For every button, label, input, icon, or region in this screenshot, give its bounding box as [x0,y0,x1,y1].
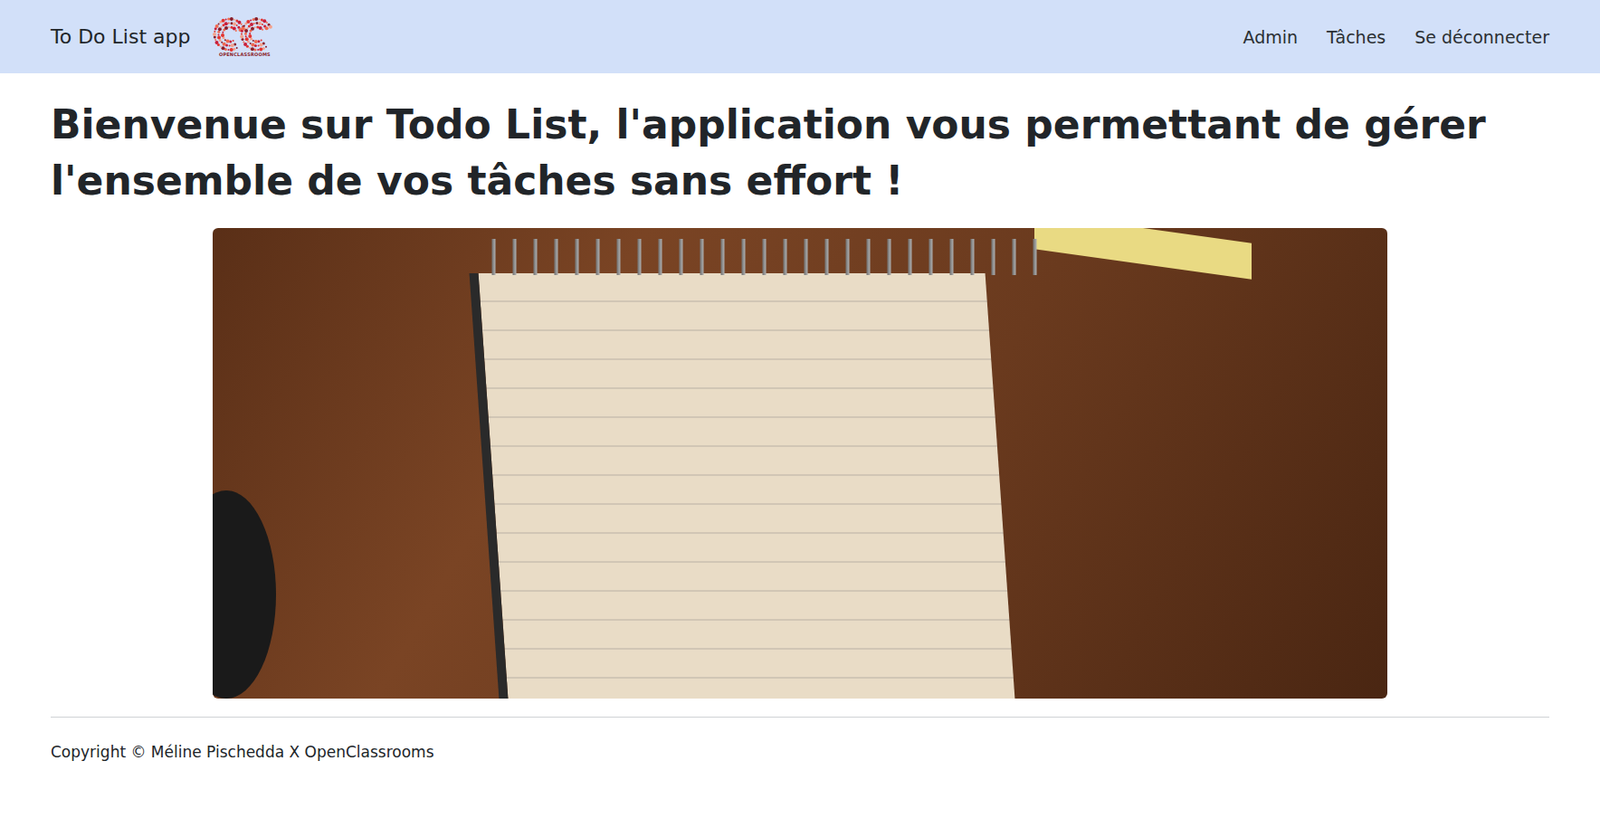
footer-divider [50,716,1550,718]
nav-link[interactable]: Tâches [1315,19,1397,55]
photo-container [50,228,1550,699]
brand-title[interactable]: To Do List app [50,25,191,48]
computer-mouse [212,490,277,699]
navbar: To Do List app OPENCLASSROOMS AdminTâchesS… [0,0,1600,74]
todo-photo [212,228,1388,699]
logo-caption: OPENCLASSROOMS [219,52,271,58]
nav-link[interactable]: Se déconnecter [1403,19,1550,55]
sticky-pad [1034,228,1252,280]
brand[interactable]: To Do List app OPENCLASSROOMS [50,16,279,58]
nav-link[interactable]: Admin [1232,19,1310,55]
copyright: Copyright © Méline Pischedda X OpenClass… [50,717,1550,762]
notebook-page [469,273,1016,699]
openclassrooms-logo[interactable]: OPENCLASSROOMS [209,16,279,58]
main-content: Bienvenue sur Todo List, l'application v… [0,73,1600,762]
welcome-heading: Bienvenue sur Todo List, l'application v… [50,96,1550,209]
nav-links: AdminTâchesSe déconnecter [1232,19,1550,55]
openclassrooms-logo-icon [209,16,279,53]
notebook-spiral [475,238,1046,276]
